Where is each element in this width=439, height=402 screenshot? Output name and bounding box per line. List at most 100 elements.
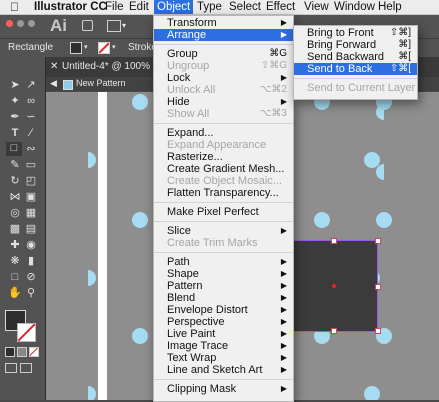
stroke-color-box[interactable] [17, 323, 36, 342]
symbol-sprayer-tool-icon[interactable]: ❋ [8, 255, 22, 268]
chevron-down-icon[interactable]: ▾ [112, 43, 116, 51]
pattern-dot [88, 152, 96, 168]
none-mode-icon[interactable] [29, 347, 39, 357]
slice-tool-icon[interactable]: ⊘ [24, 271, 38, 284]
menu-help[interactable]: Help [378, 0, 402, 14]
selection-tool-icon[interactable]: ➤ [8, 79, 22, 92]
direct-selection-tool-icon[interactable]: ↗ [24, 79, 38, 92]
arrange-item-send-to-back[interactable]: Send to Back ⇧⌘[ [294, 63, 417, 75]
gradient-mode-icon[interactable] [17, 347, 27, 357]
menu-item-shape[interactable]: Shape ▶ [154, 268, 293, 280]
lasso-tool-icon[interactable]: ∞ [24, 95, 38, 108]
close-window-button[interactable] [6, 20, 13, 27]
line-tool-icon[interactable]: ∕ [24, 127, 38, 140]
menu-item-label: Hide [167, 96, 190, 108]
curvature-tool-icon[interactable]: ∽ [24, 111, 38, 124]
menu-item-arrange[interactable]: Arrange ▶ [154, 29, 293, 41]
menu-separator [154, 123, 293, 124]
menu-view[interactable]: View [304, 0, 329, 14]
gradient-tool-icon[interactable]: ▤ [24, 223, 38, 236]
menu-item-image-trace[interactable]: Image Trace ▶ [154, 340, 293, 352]
magic-wand-tool-icon[interactable]: ✦ [8, 95, 22, 108]
menu-item-label: Blend [167, 292, 196, 304]
arrange-item-bring-to-front[interactable]: Bring to Front ⇧⌘] [294, 27, 417, 39]
menu-edit[interactable]: Edit [129, 0, 149, 14]
menu-item-expand[interactable]: Expand... [154, 127, 293, 139]
selected-rectangle[interactable] [288, 238, 381, 334]
menu-item-slice[interactable]: Slice ▶ [154, 225, 293, 237]
menu-item-label: Clipping Mask [167, 383, 237, 395]
menu-file[interactable]: File [105, 0, 124, 14]
apple-icon[interactable]:  [10, 0, 19, 14]
menu-item-live-paint[interactable]: Live Paint ▶ [154, 328, 293, 340]
scale-tool-icon[interactable]: ◰ [24, 175, 38, 188]
submenu-arrow-icon: ▶ [280, 365, 287, 374]
eraser-tool-icon[interactable]: ▭ [24, 159, 38, 172]
menu-object[interactable]: Object [154, 0, 194, 14]
menu-item-make-pixel-perfect[interactable]: Make Pixel Perfect [154, 206, 293, 218]
minimize-window-button[interactable] [17, 20, 24, 27]
stroke-swatch[interactable] [98, 42, 110, 54]
menu-item-blend[interactable]: Blend ▶ [154, 292, 293, 304]
menu-item-text-wrap[interactable]: Text Wrap ▶ [154, 352, 293, 364]
shape-builder-tool-icon[interactable]: ◎ [8, 207, 22, 220]
zoom-tool-icon[interactable]: ⚲ [24, 287, 38, 300]
menu-item-create-gradient-mesh[interactable]: Create Gradient Mesh... [154, 163, 293, 175]
menu-select[interactable]: Select [229, 0, 261, 14]
menu-item-flatten-transparency[interactable]: Flatten Transparency... [154, 187, 293, 199]
menu-item-label: Expand... [167, 127, 214, 139]
arrange-documents-icon[interactable] [107, 20, 121, 32]
fill-swatch[interactable] [70, 42, 82, 54]
zoom-window-button[interactable] [28, 20, 35, 27]
menu-item-transform[interactable]: Transform ▶ [154, 17, 293, 29]
menu-item-path[interactable]: Path ▶ [154, 256, 293, 268]
bridge-icon[interactable] [82, 20, 93, 31]
color-mode-icon[interactable] [5, 347, 15, 357]
menu-item-group[interactable]: Group ⌘G [154, 48, 293, 60]
menu-item-hide[interactable]: Hide ▶ [154, 96, 293, 108]
close-tab-icon[interactable]: ✕ [50, 61, 58, 72]
selection-handle[interactable] [331, 328, 337, 334]
menu-item-line-and-sketch-art[interactable]: Line and Sketch Art ▶ [154, 364, 293, 376]
menu-item-envelope-distort[interactable]: Envelope Distort ▶ [154, 304, 293, 316]
pen-tool-icon[interactable]: ✒ [8, 111, 22, 124]
arrange-item-send-backward[interactable]: Send Backward ⌘[ [294, 51, 417, 63]
menu-item-label: Arrange [167, 29, 207, 41]
artboard-tool-icon[interactable]: □ [8, 271, 22, 284]
screen-mode-icon[interactable] [20, 363, 32, 373]
free-transform-tool-icon[interactable]: ▣ [24, 191, 38, 204]
menu-window[interactable]: Window [334, 0, 375, 14]
type-tool-icon[interactable]: T [8, 127, 22, 140]
width-tool-icon[interactable]: ⋈ [8, 191, 22, 204]
menu-effect[interactable]: Effect [266, 0, 295, 14]
breadcrumb-new-pattern[interactable]: New Pattern [76, 78, 126, 88]
column-graph-tool-icon[interactable]: ▮ [24, 255, 38, 268]
menu-item-label: Transform [167, 17, 217, 29]
rotate-tool-icon[interactable]: ↻ [8, 175, 22, 188]
draw-normal-icon[interactable] [5, 363, 17, 373]
selection-handle[interactable] [375, 284, 381, 290]
menu-type[interactable]: Type [197, 0, 222, 14]
selection-handle[interactable] [375, 328, 381, 334]
shaper-tool-icon[interactable]: ✎ [8, 159, 22, 172]
mesh-tool-icon[interactable]: ▩ [8, 223, 22, 236]
perspective-grid-tool-icon[interactable]: ▦ [24, 207, 38, 220]
menu-item-lock[interactable]: Lock ▶ [154, 72, 293, 84]
rectangle-tool-icon[interactable]: □ [6, 142, 22, 156]
blend-tool-icon[interactable]: ◉ [24, 239, 38, 252]
menu-app-name[interactable]: Illustrator CC [34, 0, 107, 14]
menu-item-clipping-mask[interactable]: Clipping Mask ▶ [154, 383, 293, 395]
menu-item-rasterize[interactable]: Rasterize... [154, 151, 293, 163]
menu-item-label: Flatten Transparency... [167, 187, 279, 199]
paintbrush-tool-icon[interactable]: ∾ [24, 143, 38, 156]
selection-handle[interactable] [375, 238, 381, 244]
chevron-down-icon[interactable]: ▾ [122, 21, 126, 30]
menu-item-pattern[interactable]: Pattern ▶ [154, 280, 293, 292]
back-arrow-icon[interactable]: ◀ [50, 78, 57, 89]
eyedropper-tool-icon[interactable]: ✚ [8, 239, 22, 252]
chevron-down-icon[interactable]: ▾ [84, 43, 88, 51]
arrange-item-bring-forward[interactable]: Bring Forward ⌘] [294, 39, 417, 51]
menu-item-perspective[interactable]: Perspective ▶ [154, 316, 293, 328]
selection-handle[interactable] [331, 238, 337, 244]
hand-tool-icon[interactable]: ✋ [8, 287, 22, 300]
